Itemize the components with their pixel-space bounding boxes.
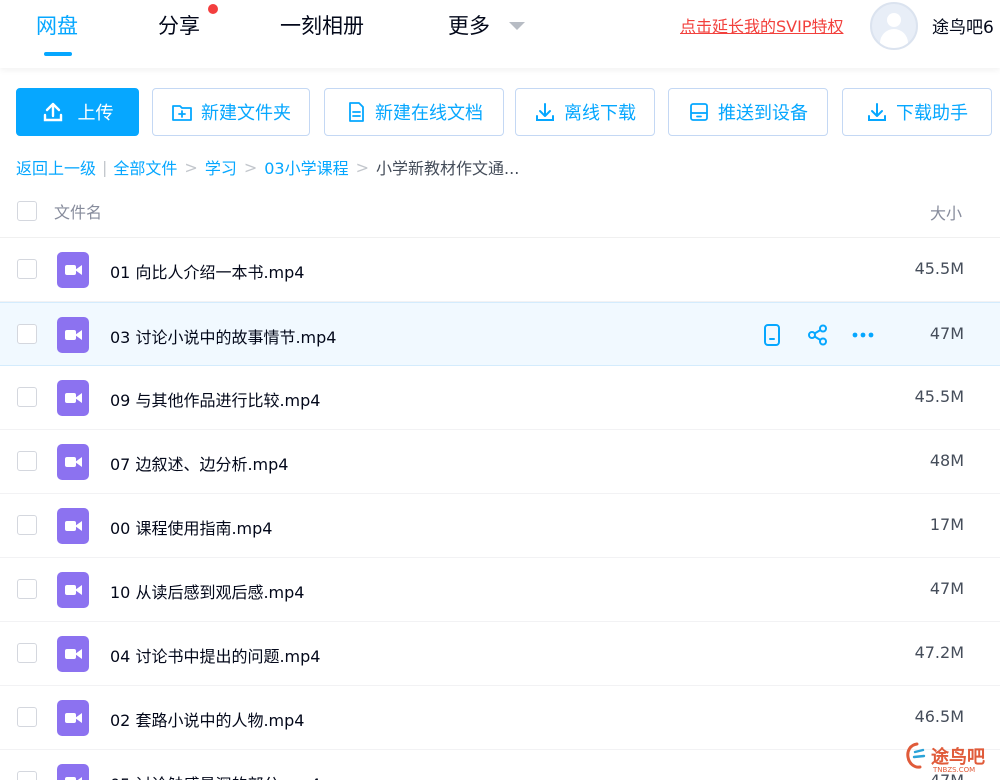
- folder-plus-icon: [171, 101, 193, 123]
- video-file-icon: [57, 764, 89, 780]
- file-row[interactable]: 02 套路小说中的人物.mp4 46.5M: [0, 686, 1000, 750]
- breadcrumb-item-primary-course[interactable]: 03小学课程: [264, 155, 348, 179]
- file-name[interactable]: 01 向比人介绍一本书.mp4: [110, 259, 304, 283]
- chevron-down-icon[interactable]: [509, 22, 525, 30]
- row-checkbox[interactable]: [17, 579, 37, 599]
- push-device-label: 推送到设备: [718, 103, 808, 124]
- breadcrumb: 返回上一级 | 全部文件 > 学习 > 03小学课程 > 小学新教材作文通...: [16, 155, 519, 179]
- file-row[interactable]: 01 向比人介绍一本书.mp4 45.5M: [0, 238, 1000, 302]
- file-row[interactable]: 03 讨论小说中的故事情节.mp4 47M: [0, 302, 1000, 366]
- breadcrumb-divider: |: [102, 157, 108, 177]
- file-row[interactable]: 04 讨论书中提出的问题.mp4 47.2M: [0, 622, 1000, 686]
- video-file-icon: [57, 444, 89, 480]
- file-size: 45.5M: [914, 259, 964, 278]
- download-helper-label: 下载助手: [896, 103, 968, 124]
- avatar-body-shape: [880, 29, 908, 48]
- file-name[interactable]: 10 从读后感到观后感.mp4: [110, 579, 304, 603]
- column-header-size[interactable]: 大小: [930, 200, 962, 224]
- push-device-button[interactable]: 推送到设备: [668, 88, 828, 136]
- new-doc-button[interactable]: 新建在线文档: [324, 88, 504, 136]
- back-link[interactable]: 返回上一级: [16, 155, 96, 179]
- file-size: 47.2M: [914, 643, 964, 662]
- list-header: 文件名 大小: [0, 190, 1000, 238]
- file-name[interactable]: 05 讨论触感最深的部分.mp4: [110, 771, 320, 780]
- video-file-icon: [57, 252, 89, 288]
- row-checkbox[interactable]: [17, 324, 37, 344]
- file-size: 17M: [929, 515, 964, 534]
- file-size: 47M: [929, 324, 964, 343]
- file-name[interactable]: 04 讨论书中提出的问题.mp4: [110, 643, 320, 667]
- watermark-subtext: TNBZS.COM: [933, 766, 976, 774]
- select-all-checkbox[interactable]: [17, 201, 37, 221]
- breadcrumb-item-all-files[interactable]: 全部文件: [113, 155, 177, 179]
- file-name[interactable]: 00 课程使用指南.mp4: [110, 515, 272, 539]
- new-doc-label: 新建在线文档: [375, 103, 483, 124]
- file-list: 01 向比人介绍一本书.mp4 45.5M 03 讨论小说中的故事情节.mp4 …: [0, 238, 1000, 780]
- column-header-name[interactable]: 文件名: [54, 199, 102, 223]
- offline-download-button[interactable]: 离线下载: [515, 88, 655, 136]
- row-checkbox[interactable]: [17, 259, 37, 279]
- breadcrumb-separator: >: [184, 157, 198, 177]
- avatar[interactable]: [870, 2, 918, 50]
- active-tab-indicator: [44, 52, 72, 56]
- download-helper-button[interactable]: 下载助手: [842, 88, 992, 136]
- file-name[interactable]: 07 边叙述、边分析.mp4: [110, 451, 288, 475]
- svip-renew-link[interactable]: 点击延长我的SVIP特权: [680, 13, 843, 37]
- breadcrumb-separator: >: [355, 157, 370, 177]
- file-size: 46.5M: [914, 707, 964, 726]
- row-checkbox[interactable]: [17, 771, 37, 780]
- file-size: 45.5M: [914, 387, 964, 406]
- file-row[interactable]: 05 讨论触感最深的部分.mp4 47M: [0, 750, 1000, 780]
- video-file-icon: [57, 508, 89, 544]
- breadcrumb-item-study[interactable]: 学习: [205, 155, 237, 179]
- download-icon: [534, 101, 556, 123]
- device-icon: [688, 101, 710, 123]
- file-row[interactable]: 07 边叙述、边分析.mp4 48M: [0, 430, 1000, 494]
- row-checkbox[interactable]: [17, 515, 37, 535]
- file-size: 47M: [929, 579, 964, 598]
- tab-share[interactable]: 分享: [158, 10, 200, 40]
- breadcrumb-separator: >: [243, 157, 258, 177]
- download-icon: [866, 101, 888, 123]
- video-file-icon: [57, 636, 89, 672]
- username[interactable]: 途鸟吧6: [932, 13, 994, 38]
- notification-badge: [208, 4, 218, 14]
- avatar-head-shape: [887, 13, 901, 27]
- file-row[interactable]: 09 与其他作品进行比较.mp4 45.5M: [0, 366, 1000, 430]
- row-checkbox[interactable]: [17, 451, 37, 471]
- tab-more[interactable]: 更多: [448, 10, 490, 40]
- upload-label: 上传: [77, 103, 114, 124]
- new-folder-label: 新建文件夹: [201, 103, 291, 124]
- phone-icon[interactable]: [760, 323, 784, 347]
- file-size: 48M: [929, 451, 964, 470]
- row-checkbox[interactable]: [17, 707, 37, 727]
- watermark: 途鸟吧 TNBZS.COM: [905, 742, 997, 776]
- upload-button[interactable]: 上传: [16, 88, 139, 136]
- row-checkbox[interactable]: [17, 643, 37, 663]
- file-name[interactable]: 09 与其他作品进行比较.mp4: [110, 387, 320, 411]
- watermark-logo-icon: [905, 742, 929, 770]
- video-file-icon: [57, 572, 89, 608]
- breadcrumb-current: 小学新教材作文通...: [376, 159, 520, 178]
- file-row[interactable]: 10 从读后感到观后感.mp4 47M: [0, 558, 1000, 622]
- file-name[interactable]: 03 讨论小说中的故事情节.mp4: [110, 324, 336, 348]
- video-file-icon: [57, 317, 89, 353]
- top-nav: 网盘 分享 一刻相册 更多 点击延长我的SVIP特权 途鸟吧6: [0, 0, 1000, 68]
- tab-album[interactable]: 一刻相册: [280, 10, 364, 40]
- tab-netdisk[interactable]: 网盘: [36, 10, 78, 40]
- offline-download-label: 离线下载: [564, 103, 636, 124]
- document-icon: [345, 101, 367, 123]
- more-icon[interactable]: [851, 323, 875, 347]
- upload-icon: [42, 101, 64, 123]
- share-icon[interactable]: [806, 323, 830, 347]
- file-row[interactable]: 00 课程使用指南.mp4 17M: [0, 494, 1000, 558]
- row-checkbox[interactable]: [17, 387, 37, 407]
- video-file-icon: [57, 380, 89, 416]
- new-folder-button[interactable]: 新建文件夹: [152, 88, 310, 136]
- video-file-icon: [57, 700, 89, 736]
- file-name[interactable]: 02 套路小说中的人物.mp4: [110, 707, 304, 731]
